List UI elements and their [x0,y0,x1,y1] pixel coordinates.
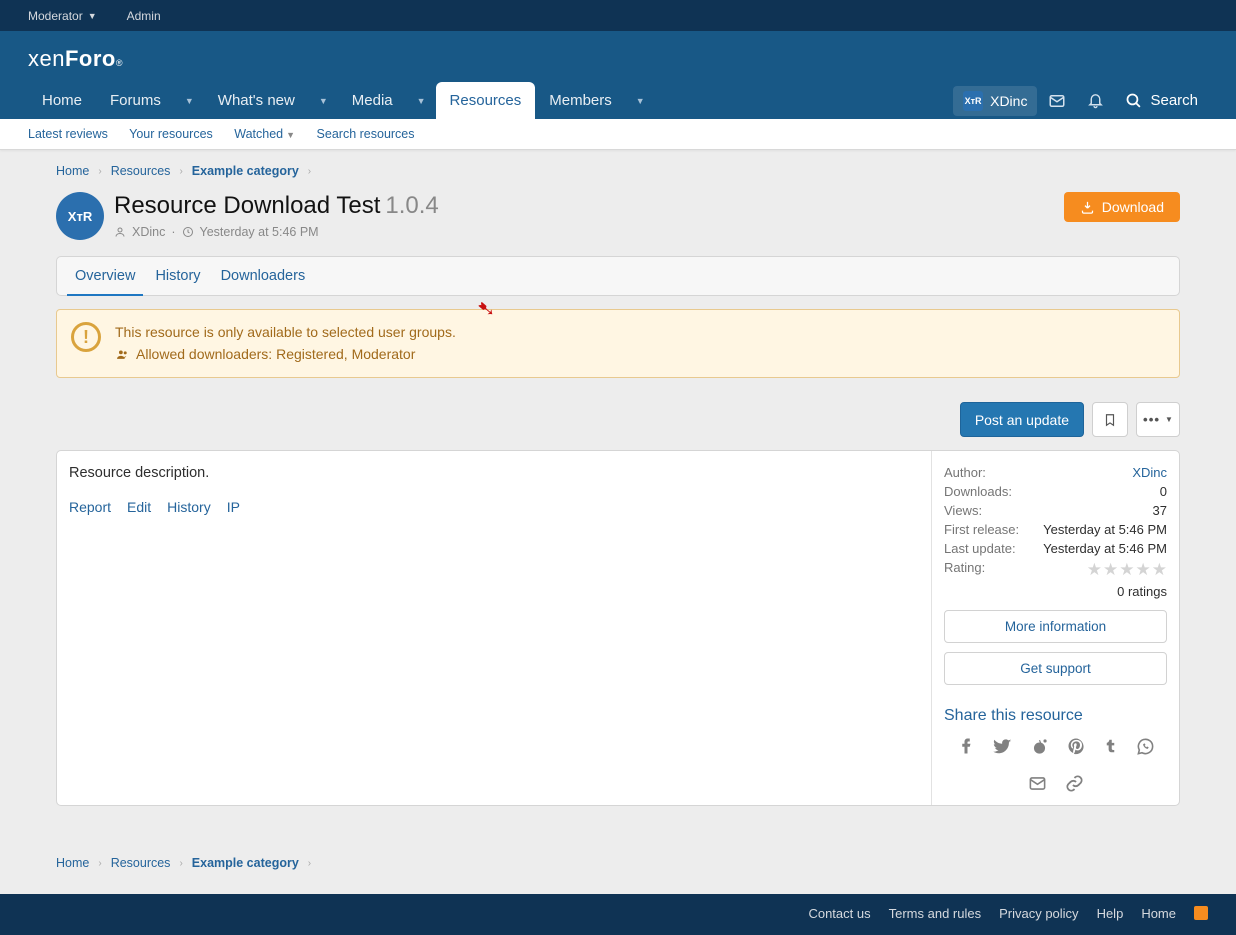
link-report[interactable]: Report [69,499,111,515]
footer-help[interactable]: Help [1097,906,1124,923]
alert-line1: This resource is only available to selec… [115,322,456,344]
chevron-down-icon: ▼ [1165,415,1173,424]
users-icon [115,348,130,361]
warning-icon: ! [71,322,101,352]
nav-forums-dd[interactable]: ▼ [175,82,204,119]
info-first-value: Yesterday at 5:46 PM [1043,522,1167,537]
info-author-link[interactable]: XDinc [1132,465,1167,480]
link-history[interactable]: History [167,499,211,515]
restriction-alert: ! This resource is only available to sel… [56,309,1180,378]
footer-home[interactable]: Home [1141,906,1176,923]
page-title: Resource Download Test [114,192,380,219]
annotation-arrow: ➸ [471,293,502,325]
tab-overview[interactable]: Overview [65,257,145,295]
crumb-category[interactable]: Example category [192,856,299,870]
inbox-icon[interactable] [1039,85,1075,117]
crumb-home[interactable]: Home [56,164,89,178]
dots-icon: ••• [1143,412,1160,427]
footer-contact[interactable]: Contact us [808,906,870,923]
alert-line2: Allowed downloaders: Registered, Moderat… [136,344,415,366]
clock-icon [182,226,194,238]
whatsapp-icon[interactable] [1136,737,1155,756]
subnav-watched[interactable]: Watched▼ [234,127,295,141]
meta-author[interactable]: XDinc [132,225,165,239]
user-menu[interactable]: XᴛR XDinc [953,86,1037,116]
topbar-admin[interactable]: Admin [127,9,161,23]
nav-whatsnew-dd[interactable]: ▼ [309,82,338,119]
subnav-latest[interactable]: Latest reviews [28,127,108,141]
rating-stars: ★★★★★ [1087,560,1167,580]
crumb-resources[interactable]: Resources [111,856,171,870]
crumb-resources[interactable]: Resources [111,164,171,178]
breadcrumb-bottom: Home› Resources› Example category› [56,806,1180,884]
info-rating-label: Rating: [944,560,985,580]
footer-terms[interactable]: Terms and rules [889,906,981,923]
bookmark-icon [1103,412,1117,428]
info-downloads-value: 0 [1160,484,1167,499]
facebook-icon[interactable] [957,737,975,756]
get-support-button[interactable]: Get support [944,652,1167,685]
resource-tabs: Overview History Downloaders [56,256,1180,296]
crumb-category[interactable]: Example category [192,164,299,178]
info-author-label: Author: [944,465,986,480]
info-downloads-label: Downloads: [944,484,1012,499]
nav-members[interactable]: Members [535,82,626,119]
info-views-value: 37 [1153,503,1167,518]
nav-media-dd[interactable]: ▼ [407,82,436,119]
info-ratings-count: 0 ratings [1117,584,1167,599]
tumblr-icon[interactable] [1103,737,1118,756]
info-last-label: Last update: [944,541,1016,556]
nav-resources[interactable]: Resources [436,82,536,119]
info-views-label: Views: [944,503,982,518]
info-last-value: Yesterday at 5:46 PM [1043,541,1167,556]
subnav-your[interactable]: Your resources [129,127,213,141]
link-icon[interactable] [1065,774,1084,793]
email-icon[interactable] [1028,774,1047,793]
crumb-home[interactable]: Home [56,856,89,870]
download-button[interactable]: Download [1064,192,1180,222]
share-heading: Share this resource [944,707,1167,725]
tab-downloaders[interactable]: Downloaders [211,257,316,295]
breadcrumb: Home› Resources› Example category› [56,150,1180,192]
search-button[interactable]: Search [1115,87,1208,114]
version: 1.0.4 [385,192,438,219]
topbar-moderator[interactable]: Moderator▼ [28,9,97,23]
tab-history[interactable]: History [145,257,210,295]
link-edit[interactable]: Edit [127,499,151,515]
bookmark-button[interactable] [1092,402,1128,437]
user-icon [114,226,126,238]
footer-privacy[interactable]: Privacy policy [999,906,1078,923]
post-update-button[interactable]: Post an update [960,402,1084,437]
nav-members-dd[interactable]: ▼ [626,82,655,119]
nav-forums[interactable]: Forums [96,82,175,119]
username: XDinc [990,93,1027,109]
resource-description: Resource description. [69,465,919,481]
meta-time: Yesterday at 5:46 PM [200,225,319,239]
nav-media[interactable]: Media [338,82,407,119]
rss-icon[interactable] [1194,906,1208,923]
pinterest-icon[interactable] [1067,737,1085,756]
chevron-down-icon: ▼ [88,11,97,21]
download-icon [1080,200,1095,215]
subnav-search[interactable]: Search resources [317,127,415,141]
more-button[interactable]: ••• ▼ [1136,402,1180,437]
bell-icon[interactable] [1077,85,1113,117]
resource-avatar[interactable]: XᴛR [56,192,104,240]
more-information-button[interactable]: More information [944,610,1167,643]
nav-whatsnew[interactable]: What's new [204,82,309,119]
link-ip[interactable]: IP [227,499,240,515]
nav-home[interactable]: Home [28,82,96,119]
info-first-label: First release: [944,522,1019,537]
avatar: XᴛR [963,91,983,111]
reddit-icon[interactable] [1030,737,1049,756]
chevron-down-icon: ▼ [286,130,295,140]
logo[interactable]: xenForo® [28,46,123,72]
twitter-icon[interactable] [993,737,1012,756]
